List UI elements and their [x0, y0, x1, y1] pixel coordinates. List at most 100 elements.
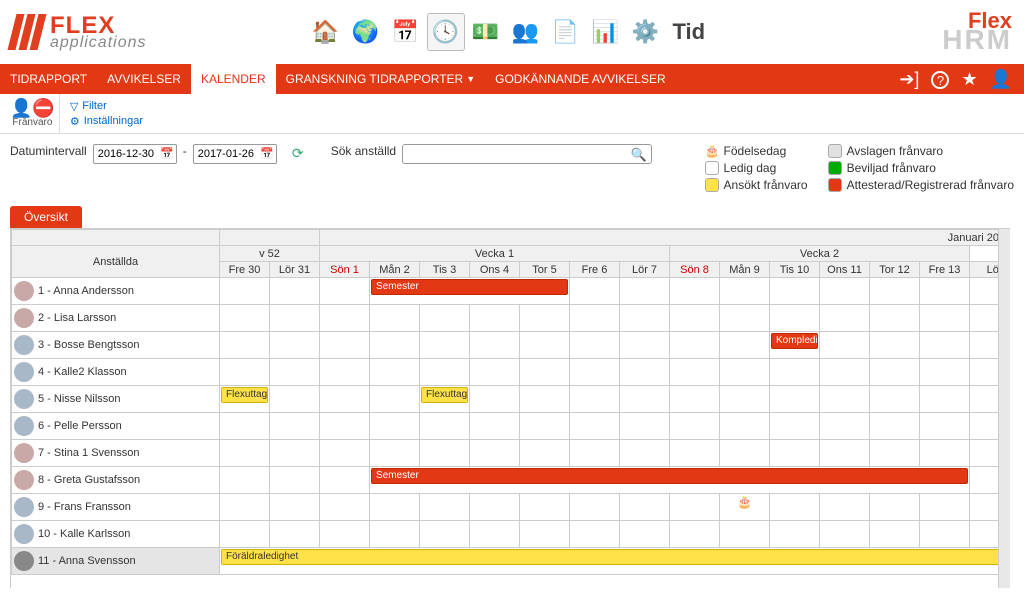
employee-cell[interactable]: 11 - Anna Svensson [12, 548, 220, 575]
day-cell[interactable]: Semester [370, 278, 570, 305]
day-cell[interactable] [770, 386, 820, 413]
day-cell[interactable] [420, 305, 470, 332]
day-cell[interactable] [370, 521, 420, 548]
day-cell[interactable] [670, 332, 720, 359]
day-cell[interactable] [320, 278, 370, 305]
scrollbar[interactable] [998, 229, 1010, 588]
day-cell[interactable] [670, 521, 720, 548]
employee-cell[interactable]: 4 - Kalle2 Klasson [12, 359, 220, 386]
chart-icon[interactable]: 📊 [587, 13, 625, 51]
day-cell[interactable] [770, 359, 820, 386]
employee-cell[interactable]: 6 - Pelle Persson [12, 413, 220, 440]
day-cell[interactable] [620, 305, 670, 332]
day-cell[interactable] [620, 359, 670, 386]
overview-tab[interactable]: Översikt [10, 206, 82, 228]
day-cell[interactable] [620, 386, 670, 413]
day-cell[interactable] [670, 494, 720, 521]
tab-kalender[interactable]: KALENDER [191, 64, 276, 94]
day-cell[interactable]: Flexuttag [220, 386, 270, 413]
tab-godkannande[interactable]: GODKÄNNANDE AVVIKELSER [485, 64, 676, 94]
day-cell[interactable] [570, 332, 620, 359]
employee-cell[interactable]: 3 - Bosse Bengtsson [12, 332, 220, 359]
day-cell[interactable] [870, 440, 920, 467]
exit-icon[interactable]: ➔] [899, 69, 919, 90]
day-cell[interactable] [870, 305, 920, 332]
day-cell[interactable] [870, 521, 920, 548]
favorite-icon[interactable]: ★ [961, 69, 977, 90]
day-cell[interactable] [570, 521, 620, 548]
home-icon[interactable]: 🏠 [307, 13, 345, 51]
day-cell[interactable] [620, 521, 670, 548]
day-cell[interactable] [270, 413, 320, 440]
day-cell[interactable] [820, 521, 870, 548]
day-cell[interactable] [920, 440, 970, 467]
absence-bar[interactable]: Semester [371, 468, 968, 484]
day-cell[interactable] [420, 494, 470, 521]
day-cell[interactable] [320, 494, 370, 521]
day-cell[interactable] [220, 440, 270, 467]
day-cell[interactable] [720, 440, 770, 467]
day-cell[interactable] [270, 386, 320, 413]
search-icon[interactable]: 🔍 [631, 147, 647, 163]
day-cell[interactable] [320, 359, 370, 386]
employee-cell[interactable]: 10 - Kalle Karlsson [12, 521, 220, 548]
day-cell[interactable] [220, 413, 270, 440]
day-cell[interactable] [270, 440, 320, 467]
day-cell[interactable] [370, 359, 420, 386]
day-cell[interactable] [670, 278, 720, 305]
day-cell[interactable] [520, 305, 570, 332]
day-cell[interactable] [920, 359, 970, 386]
day-cell[interactable] [520, 440, 570, 467]
day-cell[interactable] [320, 386, 370, 413]
day-cell[interactable] [220, 278, 270, 305]
absence-bar[interactable]: Flexuttag [221, 387, 268, 403]
day-cell[interactable] [320, 305, 370, 332]
day-cell[interactable] [770, 413, 820, 440]
refresh-button[interactable]: ⟳ [289, 144, 307, 162]
calendar-icon[interactable]: 📅 [387, 13, 425, 51]
day-cell[interactable] [470, 440, 520, 467]
day-cell[interactable] [270, 332, 320, 359]
day-cell[interactable] [320, 440, 370, 467]
day-cell[interactable] [370, 413, 420, 440]
day-cell[interactable] [470, 332, 520, 359]
absence-bar[interactable]: Semester [371, 279, 568, 295]
calendar-icon[interactable]: 📅 [160, 147, 174, 160]
day-cell[interactable] [720, 305, 770, 332]
day-cell[interactable] [520, 359, 570, 386]
day-cell[interactable] [670, 413, 720, 440]
clock-icon[interactable]: 🕓 [427, 13, 465, 51]
day-cell[interactable] [420, 332, 470, 359]
day-cell[interactable] [520, 494, 570, 521]
day-cell[interactable] [720, 386, 770, 413]
day-cell[interactable] [820, 278, 870, 305]
day-cell[interactable] [920, 305, 970, 332]
day-cell[interactable] [220, 359, 270, 386]
day-cell[interactable] [670, 359, 720, 386]
day-cell[interactable] [570, 494, 620, 521]
day-cell[interactable] [270, 494, 320, 521]
day-cell[interactable] [270, 521, 320, 548]
day-cell[interactable] [870, 386, 920, 413]
day-cell[interactable] [520, 332, 570, 359]
day-cell[interactable] [870, 332, 920, 359]
tab-tidrapport[interactable]: TIDRAPPORT [0, 64, 97, 94]
day-cell[interactable] [370, 440, 420, 467]
day-cell[interactable] [370, 305, 420, 332]
day-cell[interactable] [520, 386, 570, 413]
day-cell[interactable] [570, 440, 620, 467]
tab-granskning[interactable]: GRANSKNING TIDRAPPORTER▼ [276, 64, 486, 94]
employee-cell[interactable]: 1 - Anna Andersson [12, 278, 220, 305]
day-cell[interactable] [620, 332, 670, 359]
day-cell[interactable] [770, 521, 820, 548]
absence-bar[interactable]: Föräldraledighet [221, 549, 1010, 565]
day-cell[interactable] [670, 386, 720, 413]
day-cell[interactable] [220, 305, 270, 332]
day-cell[interactable] [320, 413, 370, 440]
day-cell[interactable] [920, 332, 970, 359]
day-cell[interactable] [270, 278, 320, 305]
search-input[interactable] [403, 145, 651, 163]
day-cell[interactable] [820, 494, 870, 521]
day-cell[interactable] [220, 332, 270, 359]
day-cell[interactable] [870, 494, 920, 521]
